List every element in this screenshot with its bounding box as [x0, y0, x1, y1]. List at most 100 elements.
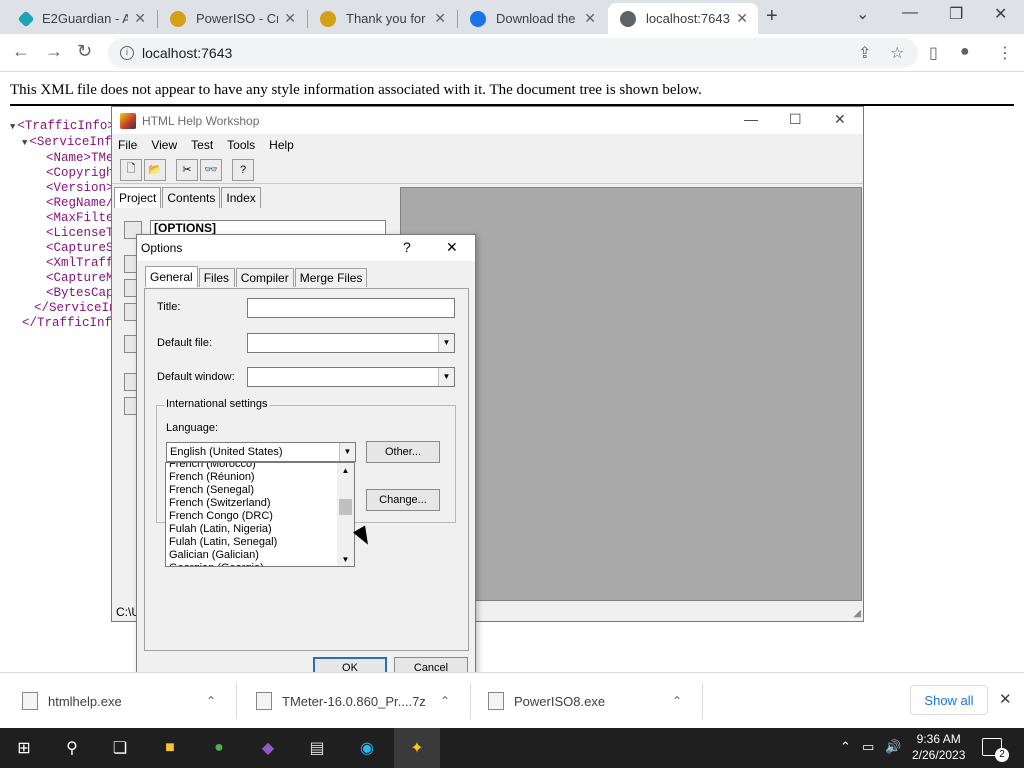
list-item[interactable]: Fulah (Latin, Nigeria): [166, 523, 338, 536]
scroll-up-icon[interactable]: ▲: [337, 463, 354, 477]
view-compiled-icon[interactable]: 👓: [200, 158, 222, 181]
close-icon[interactable]: ✕: [834, 111, 846, 128]
expand-toggle-icon[interactable]: ▼: [22, 138, 27, 148]
download-item-htmlhelp[interactable]: htmlhelp.exe ⌃: [22, 673, 232, 729]
network-icon[interactable]: ▭: [862, 739, 874, 755]
chevron-up-icon[interactable]: ⌃: [672, 694, 682, 708]
menu-kebab-icon[interactable]: ⋮: [997, 43, 1013, 63]
tab-files[interactable]: Files: [198, 268, 235, 287]
help-button[interactable]: ?: [403, 239, 411, 255]
list-item[interactable]: French (Réunion): [166, 471, 338, 484]
task-view-icon[interactable]: ❏: [108, 736, 132, 760]
xml-tag-text: <MaxFilte: [46, 211, 114, 225]
help-icon[interactable]: ?: [232, 158, 254, 181]
default-window-combo[interactable]: ▼: [247, 367, 455, 387]
browser-tab-download[interactable]: Download the H ✕: [458, 3, 606, 34]
menu-test[interactable]: Test: [191, 138, 213, 152]
menu-view[interactable]: View: [151, 138, 177, 152]
xml-tree-line[interactable]: ▼ <TrafficInfo>: [10, 119, 120, 135]
restore-icon[interactable]: ❐: [949, 4, 963, 24]
download-item-tmeter[interactable]: TMeter-16.0.860_Pr....7z ⌃: [256, 673, 466, 729]
site-info-icon[interactable]: i: [120, 46, 134, 60]
chevron-up-icon[interactable]: ⌃: [206, 694, 216, 708]
chrome-icon[interactable]: ●: [207, 736, 231, 760]
close-icon[interactable]: ✕: [999, 690, 1012, 708]
tab-search-icon[interactable]: ⌄: [856, 4, 869, 24]
close-window-icon[interactable]: ✕: [994, 4, 1007, 24]
system-clock[interactable]: 9:36 AM 2/26/2023: [912, 731, 965, 763]
title-input[interactable]: [247, 298, 455, 318]
tab-index[interactable]: Index: [221, 187, 261, 208]
tab-general[interactable]: General: [145, 266, 198, 287]
side-panel-icon[interactable]: ▯: [929, 43, 938, 63]
address-bar[interactable]: i localhost:7643: [108, 38, 918, 68]
back-icon[interactable]: ←: [12, 41, 30, 62]
browser-tab-e2guardian[interactable]: E2Guardian - Ac ✕: [8, 3, 156, 34]
language-combo[interactable]: English (United States) ▼: [166, 442, 356, 462]
chevron-down-icon[interactable]: ▼: [438, 368, 454, 386]
list-item[interactable]: Galician (Galician): [166, 549, 338, 562]
close-icon[interactable]: ✕: [736, 10, 748, 27]
download-item-poweriso[interactable]: PowerISO8.exe ⌃: [488, 673, 698, 729]
browser-tab-localhost[interactable]: localhost:7643 ✕: [608, 3, 758, 34]
list-item[interactable]: Fulah (Latin, Senegal): [166, 536, 338, 549]
dropdown-scrollbar[interactable]: ▲ ▼: [337, 463, 354, 566]
list-item[interactable]: French Congo (DRC): [166, 510, 338, 523]
tab-compiler[interactable]: Compiler: [235, 268, 294, 287]
search-icon[interactable]: ⚲: [60, 736, 84, 760]
visual-studio-icon[interactable]: ◆: [256, 736, 280, 760]
hhw-title: HTML Help Workshop: [142, 113, 260, 128]
language-dropdown-list[interactable]: French (Morocco) French (Réunion) French (…: [165, 462, 355, 567]
minimize-icon[interactable]: —: [744, 111, 758, 127]
html-help-workshop-icon[interactable]: ✦: [405, 736, 429, 760]
share-icon[interactable]: ⇪: [858, 43, 871, 63]
bookmark-star-icon[interactable]: ☆: [890, 43, 904, 63]
list-item[interactable]: French (Senegal): [166, 484, 338, 497]
chevron-down-icon[interactable]: ▼: [438, 334, 454, 352]
scrollbar-thumb[interactable]: [339, 499, 352, 515]
tab-project[interactable]: Project: [114, 187, 162, 208]
tab-contents[interactable]: Contents: [162, 187, 221, 208]
change-button[interactable]: Change...: [366, 489, 440, 511]
close-icon[interactable]: ✕: [584, 10, 596, 27]
profile-avatar-icon[interactable]: ●: [960, 43, 970, 61]
chevron-down-icon[interactable]: ▼: [339, 443, 355, 461]
menu-tools[interactable]: Tools: [227, 138, 255, 152]
close-icon[interactable]: ✕: [284, 10, 296, 27]
other-button[interactable]: Other...: [366, 441, 440, 463]
expand-toggle-icon[interactable]: ▼: [10, 122, 15, 132]
close-icon[interactable]: ✕: [446, 239, 458, 256]
new-tab-button[interactable]: +: [766, 5, 778, 28]
chevron-up-icon[interactable]: ⌃: [440, 694, 450, 708]
xml-tree-line: <Name>TMe: [10, 151, 120, 166]
list-item[interactable]: French (Morocco): [166, 463, 338, 471]
menu-file[interactable]: File: [118, 138, 137, 152]
close-icon[interactable]: ✕: [434, 10, 446, 27]
volume-icon[interactable]: 🔊: [885, 739, 901, 755]
windows-start-icon[interactable]: ⊞: [12, 736, 36, 760]
new-file-icon[interactable]: 🗋: [120, 158, 142, 181]
reload-icon[interactable]: ↻: [77, 41, 92, 62]
browser-tab-thank-you[interactable]: Thank you for in ✕: [308, 3, 456, 34]
browser-tab-poweriso[interactable]: PowerISO - Crea ✕: [158, 3, 306, 34]
minimize-icon[interactable]: —: [902, 4, 918, 22]
close-icon[interactable]: ✕: [134, 10, 146, 27]
file-explorer-icon[interactable]: ■: [158, 736, 182, 760]
chevron-up-icon[interactable]: ⌃: [840, 739, 851, 755]
list-item[interactable]: Georgian (Georgia): [166, 562, 338, 566]
xml-tree-line[interactable]: ▼ <ServiceInf: [10, 135, 120, 151]
document-app-icon[interactable]: ▤: [305, 736, 329, 760]
show-all-button[interactable]: Show all: [910, 685, 988, 715]
xml-tag-text: <Copyrigh: [46, 166, 114, 180]
tab-merge-files[interactable]: Merge Files: [294, 268, 368, 287]
edge-icon[interactable]: ◉: [355, 736, 379, 760]
compile-icon[interactable]: ✂: [176, 158, 198, 181]
resize-grip-icon[interactable]: ◢: [853, 608, 861, 619]
menu-help[interactable]: Help: [269, 138, 294, 152]
maximize-icon[interactable]: ☐: [789, 111, 802, 128]
default-file-combo[interactable]: ▼: [247, 333, 455, 353]
list-item[interactable]: French (Switzerland): [166, 497, 338, 510]
scroll-down-icon[interactable]: ▼: [337, 552, 354, 566]
open-folder-icon[interactable]: 📂: [144, 158, 166, 181]
forward-icon[interactable]: →: [45, 41, 63, 62]
